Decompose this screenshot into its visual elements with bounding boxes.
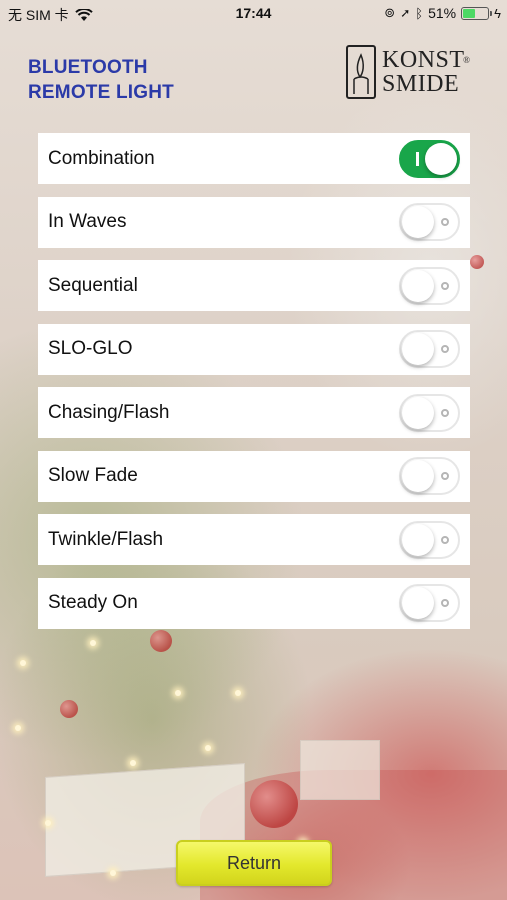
battery-percent: 51% bbox=[428, 5, 457, 21]
toggle-off-indicator bbox=[441, 472, 449, 480]
mode-label: In Waves bbox=[48, 211, 127, 232]
mode-label: SLO-GLO bbox=[48, 338, 133, 359]
background-light bbox=[45, 820, 51, 826]
toggle-knob bbox=[402, 523, 434, 556]
mode-toggle[interactable] bbox=[399, 520, 460, 559]
mode-toggle[interactable] bbox=[399, 330, 460, 368]
toggle-off-indicator bbox=[441, 535, 449, 544]
mode-row: Slow Fade bbox=[38, 450, 470, 502]
mode-row: Combination bbox=[38, 133, 470, 184]
mode-toggle[interactable] bbox=[399, 584, 460, 622]
brand-name: KONST SMIDE ® bbox=[382, 47, 470, 97]
background-light bbox=[20, 660, 26, 666]
brand-logo: KONST SMIDE ® bbox=[346, 44, 471, 100]
mode-label: Twinkle/Flash bbox=[48, 528, 164, 550]
mode-row: In Waves bbox=[38, 196, 470, 248]
toggle-knob bbox=[425, 142, 457, 175]
orientation-lock-icon: ⊚ bbox=[384, 5, 396, 20]
brand-name-line-2: SMIDE bbox=[382, 71, 460, 97]
background-light bbox=[15, 725, 21, 731]
background-light bbox=[175, 690, 181, 696]
registered-mark: ® bbox=[463, 55, 471, 65]
toggle-off-indicator bbox=[441, 218, 449, 226]
bluetooth-icon: ᛒ bbox=[415, 5, 424, 21]
mode-list: Combination In Waves Sequential SLO-GLO Chas… bbox=[38, 133, 470, 641]
background-light bbox=[235, 690, 241, 696]
background-light bbox=[205, 745, 211, 751]
charging-icon: ϟ bbox=[494, 5, 501, 21]
mode-row: Steady On bbox=[38, 577, 470, 629]
mode-label: Sequential bbox=[48, 274, 138, 296]
brand-name-line-1: KONST bbox=[382, 47, 465, 73]
location-icon: ➚ bbox=[400, 6, 411, 20]
mode-label: Combination bbox=[48, 147, 155, 169]
mode-row: Chasing/Flash bbox=[38, 387, 470, 438]
page-title: BLUETOOTH REMOTE LIGHT bbox=[28, 55, 174, 105]
toggle-off-indicator bbox=[441, 599, 449, 607]
battery-fill bbox=[463, 8, 476, 18]
mode-toggle[interactable] bbox=[399, 203, 460, 241]
mode-row: SLO-GLO bbox=[38, 323, 470, 375]
battery-icon bbox=[461, 6, 493, 20]
title-line-1: BLUETOOTH bbox=[28, 57, 148, 78]
background-light bbox=[130, 760, 136, 766]
mode-label: Steady On bbox=[48, 592, 138, 613]
mode-toggle[interactable] bbox=[399, 457, 460, 495]
mode-label: Slow Fade bbox=[48, 465, 138, 486]
toggle-off-indicator bbox=[441, 281, 449, 290]
return-button[interactable]: Return bbox=[176, 840, 332, 886]
mode-row: Sequential bbox=[38, 260, 470, 311]
status-right: ⊚ ➚ ᛒ 51% ϟ bbox=[384, 5, 501, 21]
toggle-on-indicator bbox=[416, 151, 419, 166]
toggle-off-indicator bbox=[441, 345, 449, 353]
toggle-knob bbox=[402, 206, 434, 238]
mode-row: Twinkle/Flash bbox=[38, 514, 470, 565]
title-line-2: REMOTE LIGHT bbox=[28, 82, 174, 103]
toggle-off-indicator bbox=[441, 408, 449, 417]
mode-label: Chasing/Flash bbox=[48, 401, 170, 423]
background-light bbox=[110, 870, 116, 876]
toggle-knob bbox=[402, 460, 434, 492]
background-ornament bbox=[470, 255, 484, 269]
candle-logo-icon bbox=[346, 45, 376, 99]
background-gift-small bbox=[300, 740, 380, 800]
toggle-knob bbox=[402, 587, 434, 619]
background-ornament bbox=[250, 780, 298, 828]
toggle-knob bbox=[402, 333, 434, 365]
mode-toggle[interactable] bbox=[399, 393, 460, 432]
toggle-knob bbox=[402, 396, 434, 429]
background-ornament bbox=[60, 700, 78, 718]
mode-toggle[interactable] bbox=[399, 139, 460, 178]
status-bar: 无 SIM 卡 17:44 ⊚ ➚ ᛒ 51% ϟ bbox=[0, 0, 507, 28]
mode-toggle[interactable] bbox=[399, 266, 460, 305]
toggle-knob bbox=[402, 269, 434, 302]
